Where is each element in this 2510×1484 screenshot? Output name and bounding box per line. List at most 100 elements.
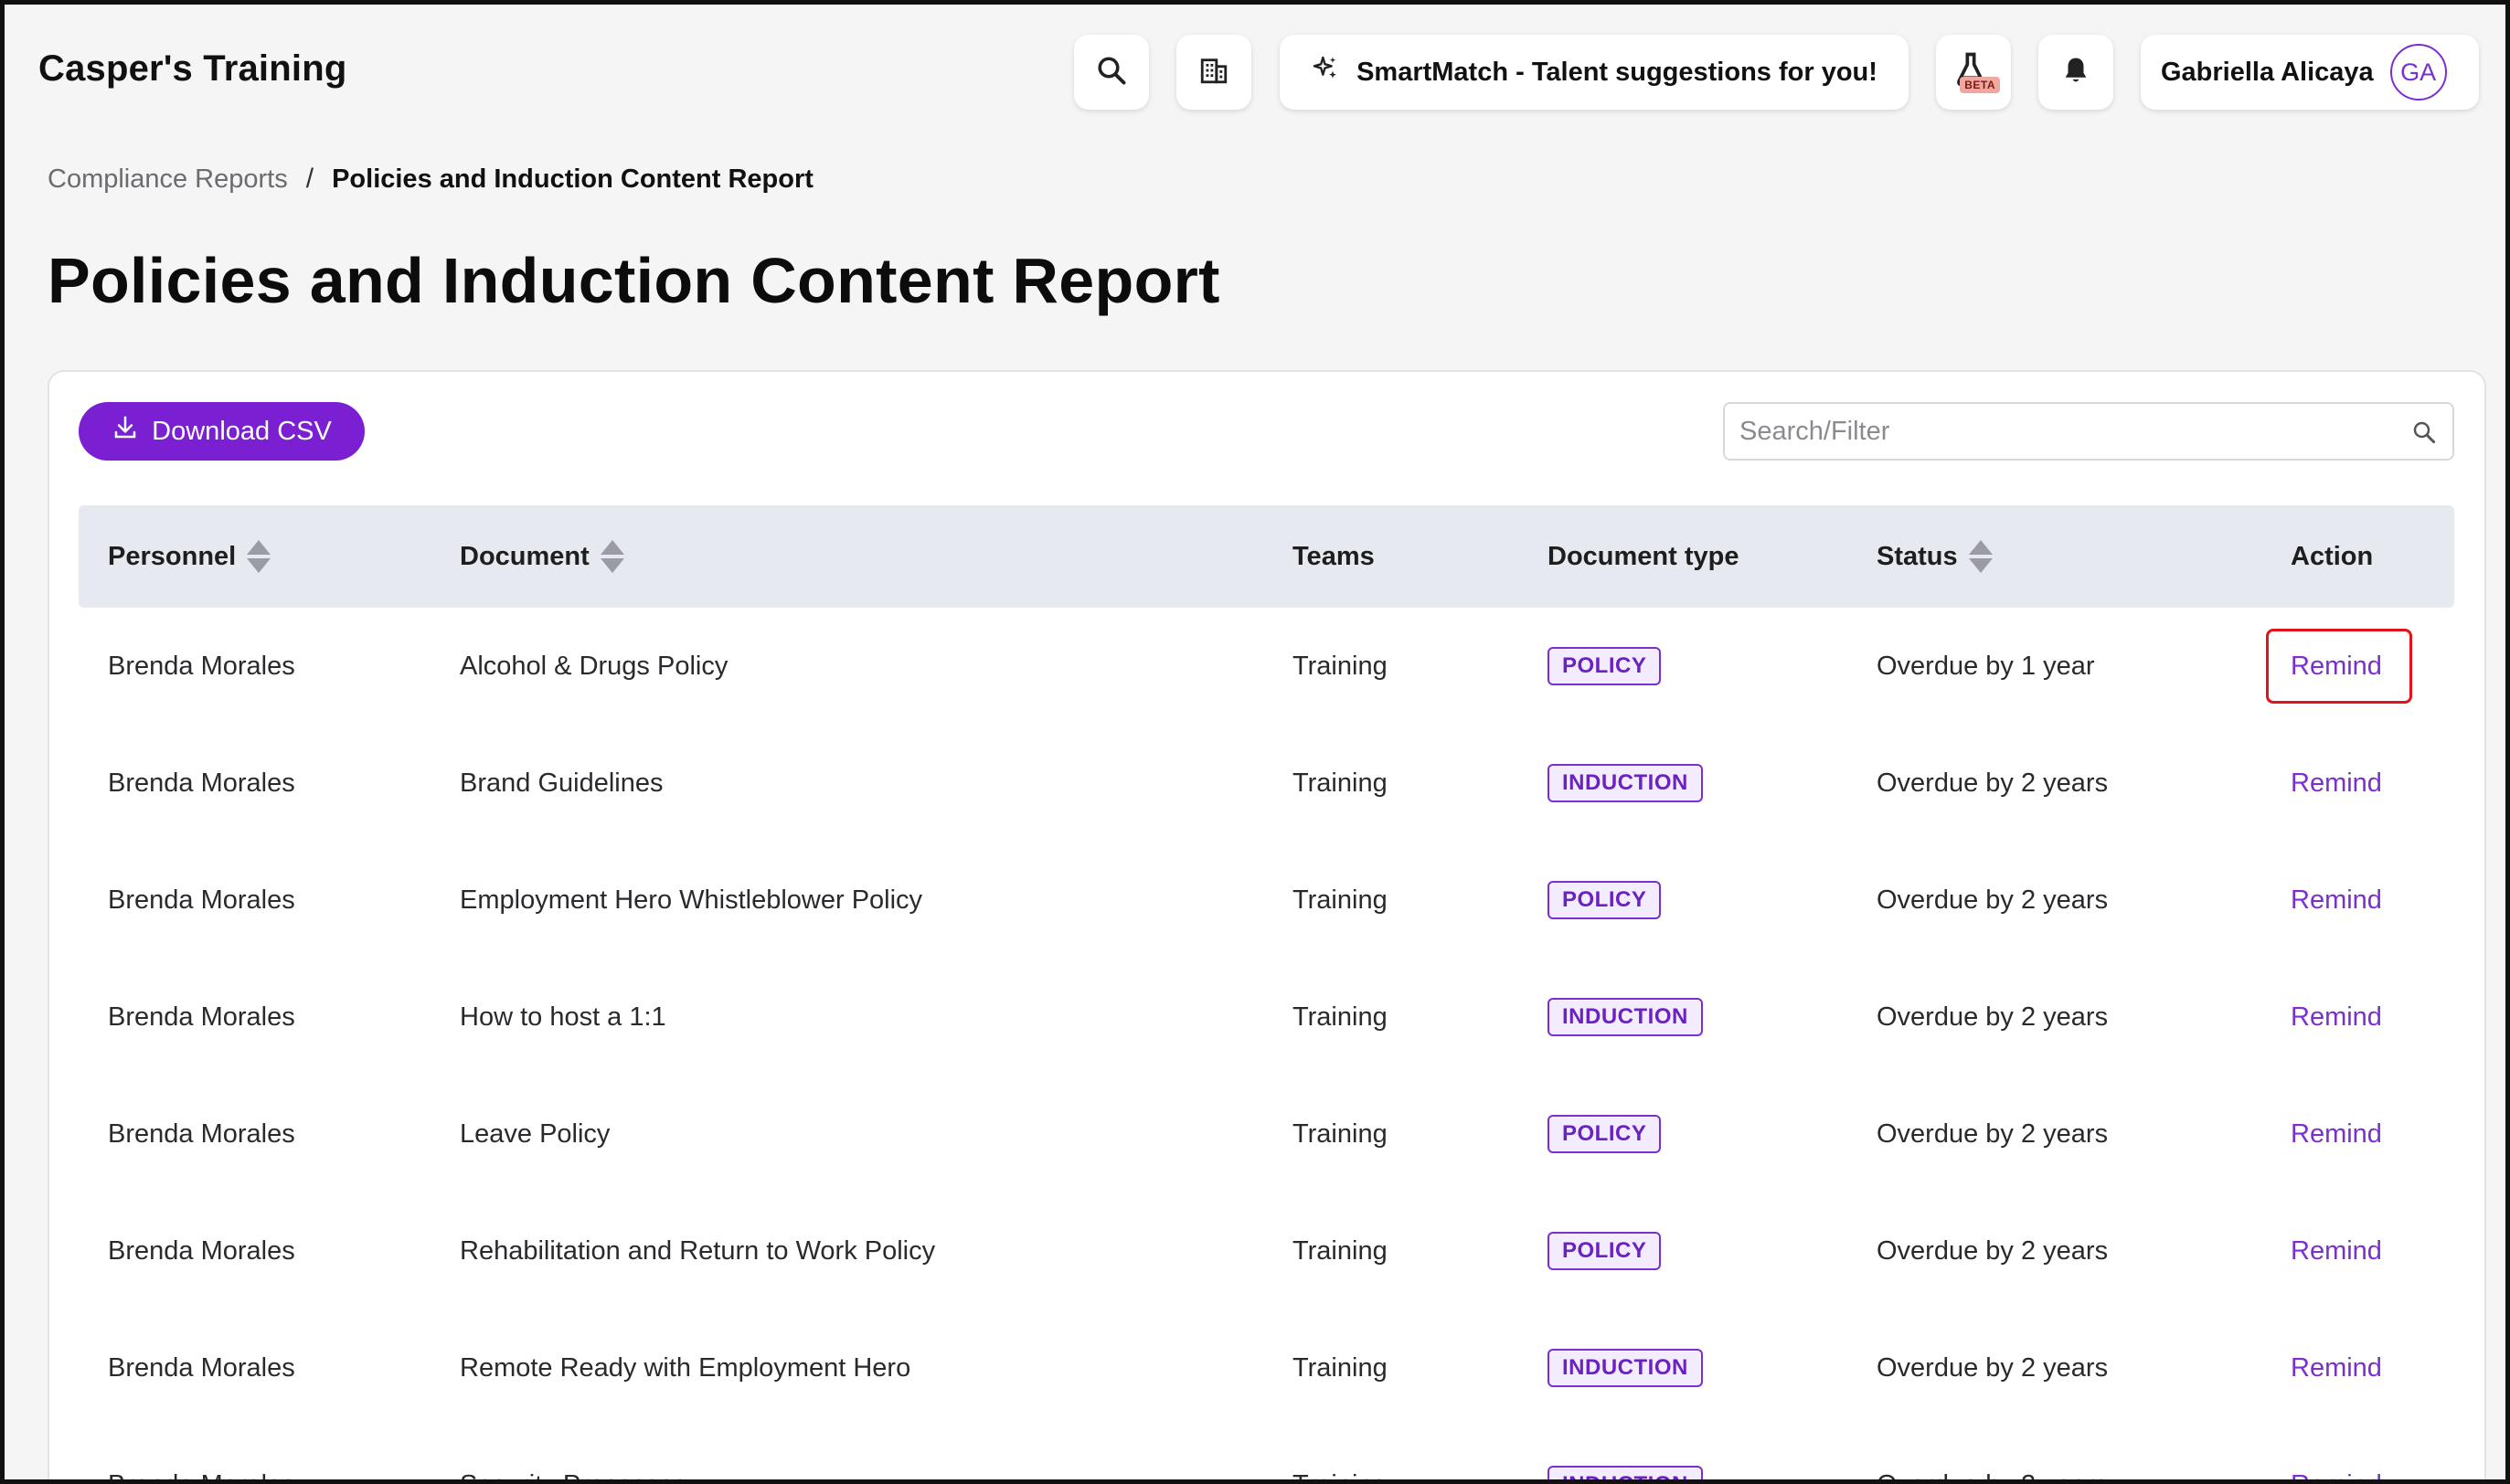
table-row: Brenda Morales Alcohol & Drugs Policy Tr… [79, 608, 2454, 725]
column-header-document[interactable]: Document [460, 505, 624, 608]
cell-personnel: Brenda Morales [108, 651, 295, 681]
flask-icon: BETA [1951, 49, 2000, 95]
remind-button[interactable]: Remind [2291, 1002, 2382, 1033]
document-type-badge: POLICY [1547, 1232, 1662, 1270]
search-filter-input[interactable] [1739, 404, 2379, 459]
beta-badge: BETA [1960, 77, 2000, 93]
cell-personnel: Brenda Morales [108, 1235, 295, 1266]
download-icon [112, 414, 139, 449]
table-row: Brenda Morales How to host a 1:1 Trainin… [79, 959, 2454, 1076]
cell-document: Alcohol & Drugs Policy [460, 651, 729, 681]
global-search-button[interactable] [1074, 35, 1149, 110]
bell-icon [2060, 55, 2091, 90]
cell-document-type: POLICY [1547, 1192, 1662, 1309]
remind-button[interactable]: Remind [2291, 652, 2382, 682]
document-type-badge: POLICY [1547, 647, 1662, 685]
document-type-badge: POLICY [1547, 1115, 1662, 1153]
table-row: Brenda Morales Remote Ready with Employm… [79, 1309, 2454, 1426]
remind-button[interactable]: Remind [2291, 885, 2382, 916]
smartmatch-label: SmartMatch - Talent suggestions for you! [1356, 57, 1877, 87]
remind-button[interactable]: Remind [2291, 768, 2382, 799]
cell-teams: Training [1292, 651, 1388, 681]
notifications-button[interactable] [2038, 35, 2113, 110]
document-type-badge: INDUCTION [1547, 998, 1703, 1036]
column-header-label: Personnel [108, 541, 237, 571]
cell-teams: Training [1292, 885, 1388, 915]
sort-icon[interactable] [600, 540, 624, 573]
cell-status: Overdue by 2 years [1877, 885, 2109, 915]
column-header-personnel[interactable]: Personnel [108, 505, 271, 608]
remind-button[interactable]: Remind [2291, 1119, 2382, 1150]
remind-button[interactable]: Remind [2291, 1236, 2382, 1267]
organisation-switcher-button[interactable] [1176, 35, 1251, 110]
search-icon[interactable] [2410, 419, 2438, 450]
column-header-label: Document [460, 541, 590, 571]
cell-document: Brand Guidelines [460, 768, 664, 798]
beta-features-button[interactable]: BETA [1936, 35, 2011, 110]
cell-personnel: Brenda Morales [108, 1118, 295, 1149]
report-card: Download CSV Personnel Document Teams Do… [48, 370, 2486, 1480]
remind-button[interactable]: Remind [2291, 1353, 2382, 1383]
sort-icon[interactable] [1968, 540, 1993, 573]
cell-status: Overdue by 2 years [1877, 1002, 2109, 1032]
app-title: Casper's Training [38, 48, 347, 89]
table-header: Personnel Document Teams Document type S… [79, 505, 2454, 608]
cell-action: Remind [2291, 608, 2382, 725]
document-type-badge: INDUCTION [1547, 764, 1703, 802]
cell-personnel: Brenda Morales [108, 885, 295, 915]
cell-action: Remind [2291, 1076, 2382, 1192]
breadcrumb-link-compliance-reports[interactable]: Compliance Reports [48, 164, 288, 195]
table-row: Brenda Morales Rehabilitation and Return… [79, 1192, 2454, 1309]
cell-document-type: POLICY [1547, 842, 1662, 959]
download-csv-button[interactable]: Download CSV [79, 402, 365, 461]
cell-personnel: Brenda Morales [108, 1002, 295, 1032]
search-icon [1095, 54, 1128, 91]
column-header-label: Document type [1547, 541, 1739, 571]
smartmatch-button[interactable]: SmartMatch - Talent suggestions for you! [1280, 35, 1909, 110]
breadcrumb-separator: / [305, 164, 314, 194]
avatar: GA [2389, 44, 2447, 101]
cell-teams: Training [1292, 768, 1388, 798]
column-header-status[interactable]: Status [1877, 505, 1993, 608]
column-header-label: Status [1877, 541, 1958, 571]
top-bar: Casper's Training SmartMatch - Talent su… [5, 5, 2505, 142]
cell-document: Leave Policy [460, 1118, 611, 1149]
download-csv-label: Download CSV [152, 416, 332, 446]
cell-personnel: Brenda Morales [108, 1352, 295, 1383]
column-header-action: Action [2291, 505, 2373, 608]
table-row: Brenda Morales Leave Policy Training POL… [79, 1076, 2454, 1192]
cell-document: How to host a 1:1 [460, 1002, 666, 1032]
cell-document-type: INDUCTION [1547, 725, 1703, 842]
breadcrumb-current: Policies and Induction Content Report [332, 164, 814, 194]
column-header-teams: Teams [1292, 505, 1375, 608]
building-icon [1198, 55, 1229, 90]
cell-document-type: INDUCTION [1547, 1426, 1703, 1479]
cell-status: Overdue by 2 years [1877, 1426, 2108, 1480]
table-row: Brenda Morales Security Processes Traini… [79, 1426, 2454, 1480]
cell-status: Overdue by 2 years [1877, 1352, 2109, 1383]
user-menu-button[interactable]: Gabriella Alicaya GA [2141, 35, 2479, 110]
cell-action: Remind [2291, 1192, 2382, 1309]
column-header-document-type: Document type [1547, 505, 1739, 608]
cell-document-type: POLICY [1547, 1076, 1662, 1192]
cell-document-type: INDUCTION [1547, 959, 1703, 1076]
document-type-badge: POLICY [1547, 881, 1662, 919]
sort-icon[interactable] [247, 540, 271, 573]
cell-document: Employment Hero Whistleblower Policy [460, 885, 923, 915]
cell-status: Overdue by 2 years [1877, 1118, 2109, 1149]
cell-document: Rehabilitation and Return to Work Policy [460, 1235, 936, 1266]
cell-teams: Training [1292, 1118, 1388, 1149]
cell-document-type: POLICY [1547, 608, 1662, 725]
table-body: Brenda Morales Alcohol & Drugs Policy Tr… [79, 608, 2454, 1480]
remind-button[interactable]: Remind [2291, 1470, 2382, 1480]
app-window: Casper's Training SmartMatch - Talent su… [0, 0, 2510, 1484]
cell-status: Overdue by 1 year [1877, 651, 2095, 681]
cell-teams: Training [1292, 1426, 1388, 1480]
cell-teams: Training [1292, 1002, 1388, 1032]
column-header-label: Teams [1292, 541, 1375, 571]
cell-action: Remind [2291, 959, 2382, 1076]
column-header-label: Action [2291, 541, 2374, 571]
cell-personnel: Brenda Morales [108, 768, 295, 798]
table-row: Brenda Morales Brand Guidelines Training… [79, 725, 2454, 842]
cell-teams: Training [1292, 1352, 1388, 1383]
